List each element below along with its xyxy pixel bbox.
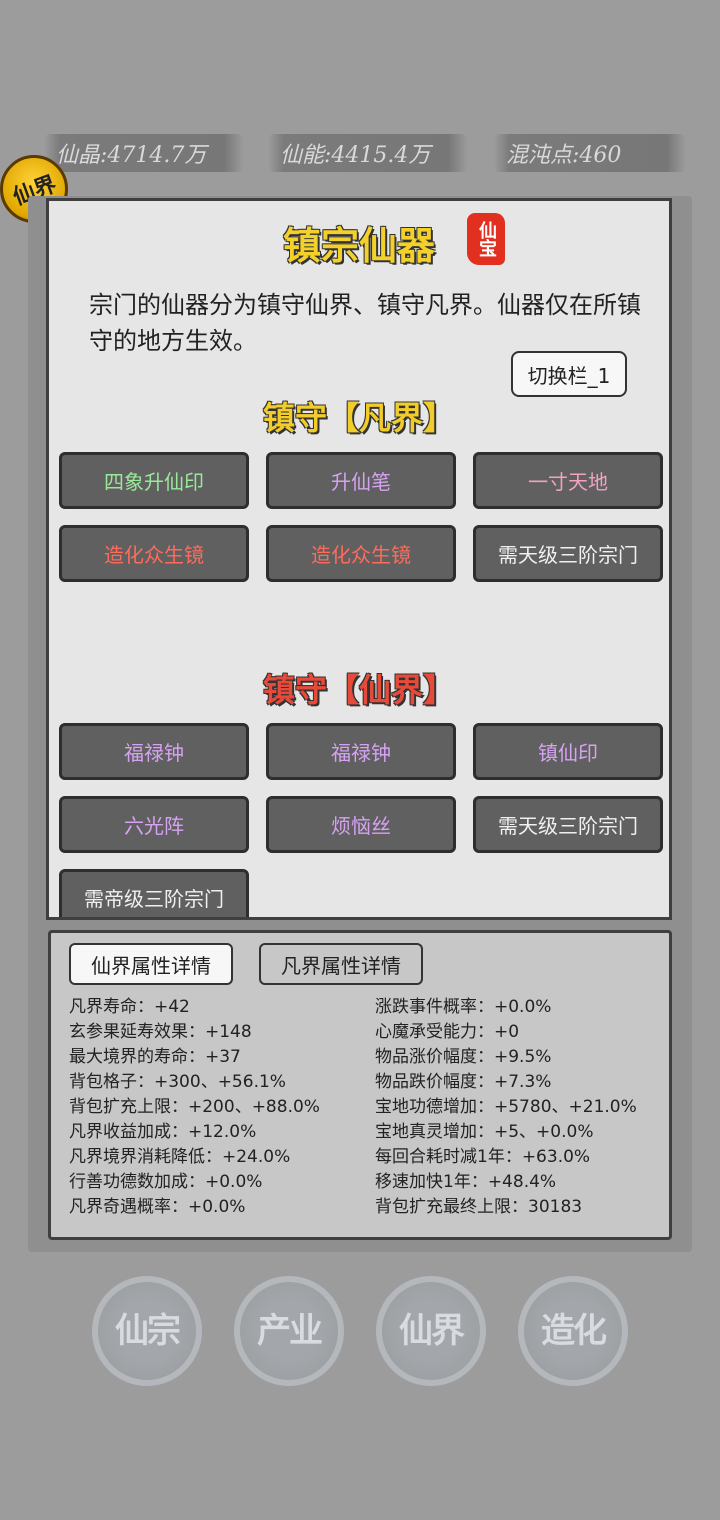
attribute-item: 玄参果延寿效果：+148 <box>69 1022 252 1042</box>
immortal-artifact-slot[interactable]: 福禄钟 <box>266 723 456 780</box>
resource-crystal: 仙晶:4714.7万 <box>44 134 244 172</box>
seal-icon: 仙宝 <box>467 213 505 265</box>
attribute-item: 凡界奇遇概率：+0.0% <box>69 1197 246 1217</box>
immortal-section-title: 镇守【仙界】 <box>262 671 455 709</box>
attribute-item: 背包扩充最终上限：30183 <box>375 1197 583 1217</box>
attribute-item: 心魔承受能力：+0 <box>375 1022 520 1042</box>
attribute-item: 背包扩充上限：+200、+88.0% <box>69 1097 320 1117</box>
attribute-panel: 仙界属性详情 凡界属性详情 凡界寿命：+42 玄参果延寿效果：+148 最大境界的寿… <box>48 930 672 1240</box>
attribute-item: 凡界境界消耗降低：+24.0% <box>69 1147 291 1167</box>
attribute-item: 最大境界的寿命：+37 <box>69 1047 241 1067</box>
nav-creation-button[interactable]: 造化 <box>518 1276 628 1386</box>
immortal-artifact-slot[interactable]: 镇仙印 <box>473 723 663 780</box>
attribute-item: 物品涨价幅度：+9.5% <box>375 1047 552 1067</box>
switch-tab-button[interactable]: 切换栏_1 <box>511 351 627 397</box>
immortal-artifact-slot[interactable]: 六光阵 <box>59 796 249 853</box>
panel-description: 宗门的仙器分为镇守仙界、镇守凡界。仙器仅在所镇守的地方生效。 <box>89 291 641 355</box>
resource-energy: 仙能:4415.4万 <box>268 134 468 172</box>
artifact-panel: 镇宗仙器 仙宝 宗门的仙器分为镇守仙界、镇守凡界。仙器仅在所镇守的地方生效。 切… <box>46 198 672 920</box>
attribute-item: 背包格子：+300、+56.1% <box>69 1072 286 1092</box>
nav-immortal-realm-button[interactable]: 仙界 <box>376 1276 486 1386</box>
panel-title: 镇宗仙器 <box>282 223 435 268</box>
nav-sect-button[interactable]: 仙宗 <box>92 1276 202 1386</box>
attribute-item: 涨跌事件概率：+0.0% <box>375 997 552 1017</box>
attribute-item: 凡界收益加成：+12.0% <box>69 1122 257 1142</box>
immortal-artifact-slot[interactable]: 烦恼丝 <box>266 796 456 853</box>
attribute-item: 物品跌价幅度：+7.3% <box>375 1072 552 1092</box>
attribute-item: 每回合耗时减1年：+63.0% <box>375 1147 591 1167</box>
tab-mortal-attributes[interactable]: 凡界属性详情 <box>259 943 423 985</box>
attribute-item: 移速加快1年：+48.4% <box>375 1172 557 1192</box>
mortal-artifact-slot[interactable]: 造化众生镜 <box>266 525 456 582</box>
attribute-list-left: 凡界寿命：+42 玄参果延寿效果：+148 最大境界的寿命：+37 背包格子：+300… <box>69 995 320 1220</box>
attribute-item: 行善功德数加成：+0.0% <box>69 1172 263 1192</box>
mortal-section-title: 镇守【凡界】 <box>262 399 455 437</box>
attribute-item: 宝地功德增加：+5780、+21.0% <box>375 1097 637 1117</box>
mortal-artifact-slot[interactable]: 造化众生镜 <box>59 525 249 582</box>
mortal-artifact-slot[interactable]: 一寸天地 <box>473 452 663 509</box>
mortal-artifact-slot[interactable]: 四象升仙印 <box>59 452 249 509</box>
mortal-artifact-slot[interactable]: 升仙笔 <box>266 452 456 509</box>
attribute-item: 凡界寿命：+42 <box>69 997 190 1017</box>
attribute-list-right: 涨跌事件概率：+0.0% 心魔承受能力：+0 物品涨价幅度：+9.5% 物品跌价幅度：… <box>375 995 637 1220</box>
immortal-artifact-slot[interactable]: 需帝级三阶宗门 <box>59 869 249 917</box>
immortal-artifact-slot[interactable]: 需天级三阶宗门 <box>473 796 663 853</box>
attribute-item: 宝地真灵增加：+5、+0.0% <box>375 1122 594 1142</box>
immortal-artifact-slot[interactable]: 福禄钟 <box>59 723 249 780</box>
nav-industry-button[interactable]: 产业 <box>234 1276 344 1386</box>
resource-chaos: 混沌点:460 <box>494 134 686 172</box>
tab-immortal-attributes[interactable]: 仙界属性详情 <box>69 943 233 985</box>
mortal-artifact-slot[interactable]: 需天级三阶宗门 <box>473 525 663 582</box>
